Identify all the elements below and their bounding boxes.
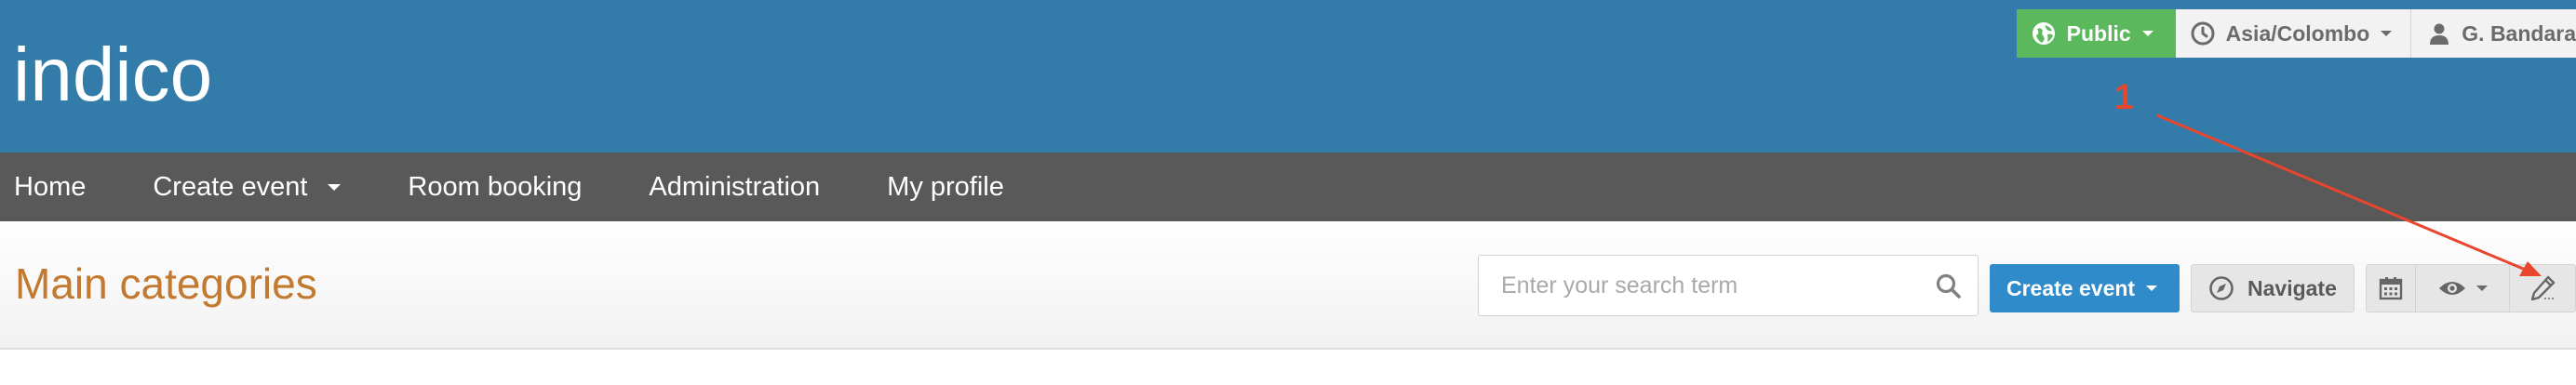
globe-icon (2032, 22, 2055, 45)
annotation-label: 1 (2114, 78, 2135, 117)
calendar-button[interactable] (2366, 264, 2416, 312)
chevron-down-icon (328, 183, 342, 191)
nav-item-administration[interactable]: Administration (649, 153, 820, 221)
compass-icon (2209, 276, 2234, 300)
nav-item-home[interactable]: Home (14, 153, 86, 221)
title-bar: Main categories Create event Navigate (0, 221, 2576, 350)
clock-icon (2191, 21, 2215, 46)
timezone-dropdown[interactable]: Asia/Colombo (2175, 9, 2412, 58)
create-event-button[interactable]: Create event (1990, 264, 2180, 312)
main-nav: Home Create event Room booking Administr… (0, 153, 2576, 221)
svg-text:indico: indico (13, 33, 212, 117)
edit-category-button[interactable] (2509, 264, 2576, 312)
nav-item-create-event[interactable]: Create event (153, 153, 342, 221)
nav-item-label: Home (14, 171, 87, 202)
chevron-down-icon (2381, 31, 2393, 36)
eye-icon (2439, 282, 2465, 295)
visibility-dropdown[interactable]: Public (2016, 9, 2176, 58)
page: indico Public Asia/Colombo G. Bandara Ho… (0, 0, 2576, 385)
indico-logo[interactable]: indico (13, 24, 264, 128)
nav-item-label: My profile (887, 171, 1004, 202)
user-menu[interactable]: G. Bandara (2411, 9, 2576, 58)
visibility-label: Public (2066, 20, 2131, 46)
chevron-down-icon (2476, 285, 2488, 291)
view-options-dropdown[interactable] (2415, 264, 2510, 312)
calendar-icon (2379, 277, 2403, 300)
nav-item-label: Create event (153, 171, 308, 202)
create-event-label: Create event (2006, 275, 2136, 300)
nav-item-room-booking[interactable]: Room booking (408, 153, 582, 221)
pencil-icon (2530, 275, 2556, 301)
user-bar: Public Asia/Colombo G. Bandara (2016, 9, 2576, 58)
search-icon[interactable] (1935, 272, 1963, 300)
chevron-down-icon (2146, 285, 2158, 291)
navigate-label: Navigate (2247, 275, 2337, 300)
header: indico Public Asia/Colombo G. Bandara (0, 0, 2576, 153)
nav-item-label: Room booking (408, 171, 583, 202)
user-icon (2430, 23, 2449, 45)
timezone-label: Asia/Colombo (2225, 20, 2370, 46)
nav-item-my-profile[interactable]: My profile (887, 153, 1004, 221)
nav-item-label: Administration (649, 171, 821, 202)
chevron-down-icon (2141, 31, 2153, 36)
search-input[interactable] (1501, 256, 1911, 315)
user-name: G. Bandara (2462, 20, 2576, 46)
navigate-button[interactable]: Navigate (2191, 264, 2355, 312)
page-title: Main categories (15, 259, 317, 308)
search-box (1478, 255, 1979, 316)
